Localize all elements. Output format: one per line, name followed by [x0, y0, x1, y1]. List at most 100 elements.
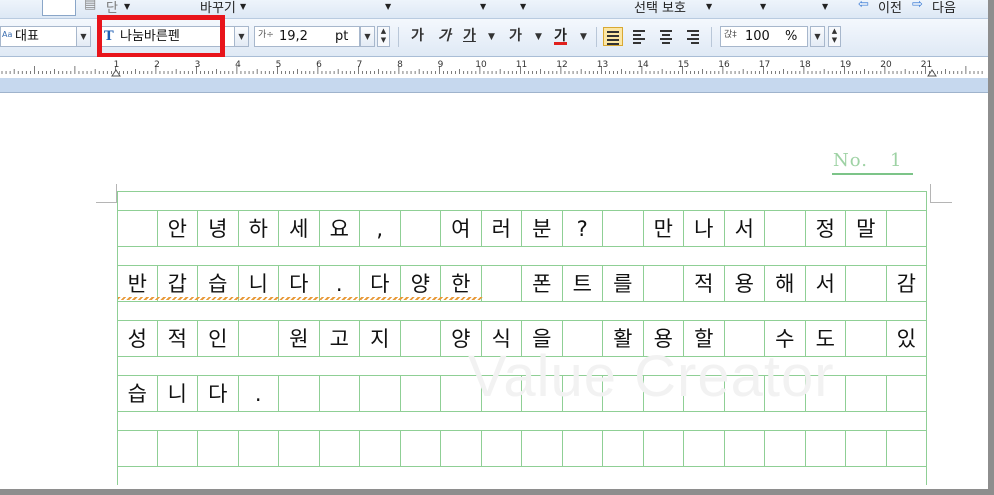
grid-cell[interactable]: 성 [117, 320, 158, 356]
grid-cell[interactable]: 니 [238, 265, 279, 301]
prev-label[interactable]: 이전 [878, 0, 902, 16]
columns-label[interactable]: 단 [106, 0, 118, 16]
grid-cell[interactable] [238, 430, 279, 466]
justify-align-icon[interactable] [603, 27, 623, 46]
char-ratio-spinner[interactable]: ▲ ▼ [828, 26, 841, 47]
align-left-icon[interactable] [630, 27, 650, 46]
grid-cell[interactable]: 정 [805, 210, 846, 246]
grid-cell[interactable] [400, 210, 441, 246]
grid-cell[interactable] [886, 210, 927, 246]
grid-cell[interactable] [481, 265, 522, 301]
grid-cell[interactable] [724, 430, 765, 466]
grid-cell[interactable]: 해 [765, 265, 806, 301]
grid-cell[interactable]: 세 [279, 210, 320, 246]
font-color-dropdown-icon[interactable]: ▼ [580, 28, 587, 47]
grid-cell[interactable]: ? [562, 210, 603, 246]
grid-cell[interactable] [846, 265, 887, 301]
grid-cell[interactable] [765, 430, 806, 466]
grid-cell[interactable]: 갑 [157, 265, 198, 301]
grid-cell[interactable]: 고 [319, 320, 360, 356]
grid-cell[interactable]: 분 [522, 210, 563, 246]
grid-cell[interactable]: 니 [157, 375, 198, 411]
indent-marker-icon[interactable] [111, 69, 121, 77]
grid-cell[interactable]: 서 [724, 210, 765, 246]
dropdown-icon-5[interactable]: ▼ [822, 2, 828, 11]
grid-cell[interactable] [765, 210, 806, 246]
dropdown-icon-3[interactable]: ▼ [520, 2, 526, 11]
grid-cell[interactable]: 다 [360, 265, 401, 301]
grid-cell[interactable]: 지 [360, 320, 401, 356]
dropdown-icon-1[interactable]: ▼ [385, 2, 391, 11]
grid-cell[interactable]: 를 [603, 265, 644, 301]
grid-cell[interactable] [684, 430, 725, 466]
grid-cell[interactable]: 나 [684, 210, 725, 246]
style-dropdown-icon[interactable]: ▼ [76, 26, 91, 47]
grid-cell[interactable] [319, 375, 360, 411]
grid-cell[interactable]: 반 [117, 265, 158, 301]
italic-button[interactable]: 가 [438, 27, 451, 46]
grid-cell[interactable] [279, 430, 320, 466]
strikethrough-button[interactable]: 가 [509, 27, 522, 46]
replace-label[interactable]: 바꾸기 [200, 0, 236, 16]
grid-cell[interactable] [886, 430, 927, 466]
grid-cell[interactable] [279, 375, 320, 411]
grid-cell[interactable]: 다 [198, 375, 239, 411]
grid-cell[interactable] [360, 375, 401, 411]
select-protect-label[interactable]: 선택 보호 [634, 0, 686, 16]
grid-cell[interactable] [400, 320, 441, 356]
grid-cell[interactable] [481, 430, 522, 466]
char-ratio-combo[interactable]: 갅‡ 100 % [720, 26, 808, 47]
grid-cell[interactable]: 있 [886, 320, 927, 356]
font-color-button[interactable]: 가 [554, 27, 567, 45]
grid-cell[interactable]: , [360, 210, 401, 246]
grid-cell[interactable]: 습 [117, 375, 158, 411]
page-layout-icon[interactable] [42, 0, 76, 16]
replace-dropdown-icon[interactable]: ▼ [240, 2, 246, 11]
grid-cell[interactable] [846, 320, 887, 356]
grid-cell[interactable] [643, 265, 684, 301]
grid-cell[interactable]: 말 [846, 210, 887, 246]
grid-cell[interactable]: 녕 [198, 210, 239, 246]
grid-cell[interactable]: 만 [643, 210, 684, 246]
horizontal-ruler[interactable]: 1 2 3 4 5 6 7 8 9 10 11 12 13 14 15 16 17 18 19 20 21 [0, 57, 988, 79]
select-protect-dropdown-icon[interactable]: ▼ [706, 2, 712, 11]
grid-cell[interactable]: 용 [724, 265, 765, 301]
grid-cell[interactable]: 인 [198, 320, 239, 356]
style-combo[interactable]: Aa 대표 [0, 26, 77, 47]
grid-cell[interactable]: 폰 [522, 265, 563, 301]
font-size-spinner[interactable]: ▲ ▼ [377, 26, 390, 47]
grid-cell[interactable] [198, 430, 239, 466]
grid-cell[interactable] [117, 210, 158, 246]
strikethrough-dropdown-icon[interactable]: ▼ [535, 28, 542, 47]
font-size-combo[interactable]: 가÷ 19,2 pt [254, 26, 360, 47]
grid-cell[interactable]: . [238, 375, 279, 411]
grid-cell[interactable]: 습 [198, 265, 239, 301]
grid-cell[interactable] [603, 430, 644, 466]
grid-cell[interactable] [562, 430, 603, 466]
grid-cell[interactable] [360, 430, 401, 466]
grid-cell[interactable] [846, 430, 887, 466]
prev-arrow-icon[interactable]: ⇦ [858, 0, 869, 12]
align-right-icon[interactable] [684, 27, 704, 46]
columns-icon[interactable]: ▤ [84, 0, 96, 12]
underline-button[interactable]: 가 [463, 27, 476, 46]
grid-cell[interactable] [441, 430, 482, 466]
align-center-icon[interactable] [657, 27, 677, 46]
grid-cell[interactable]: 원 [279, 320, 320, 356]
bold-button[interactable]: 가 [411, 27, 424, 46]
grid-cell[interactable]: 러 [481, 210, 522, 246]
underline-dropdown-icon[interactable]: ▼ [488, 28, 495, 47]
grid-cell[interactable]: 트 [562, 265, 603, 301]
grid-cell[interactable] [238, 320, 279, 356]
grid-cell[interactable]: 여 [441, 210, 482, 246]
grid-cell[interactable] [805, 430, 846, 466]
grid-cell[interactable] [522, 430, 563, 466]
next-label[interactable]: 다음 [932, 0, 956, 16]
grid-cell[interactable]: 적 [157, 320, 198, 356]
char-ratio-dropdown-icon[interactable]: ▼ [810, 26, 825, 47]
grid-cell[interactable] [643, 430, 684, 466]
columns-dropdown-icon[interactable]: ▼ [124, 2, 130, 11]
grid-cell[interactable]: 양 [400, 265, 441, 301]
grid-cell[interactable]: 적 [684, 265, 725, 301]
grid-cell[interactable] [157, 430, 198, 466]
